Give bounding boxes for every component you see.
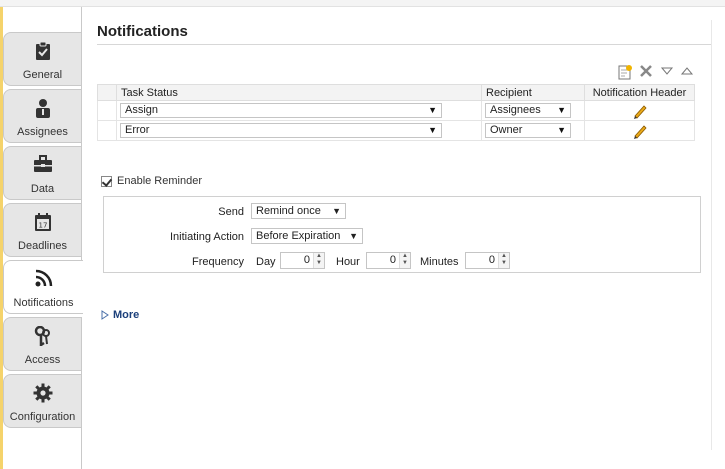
notification-header-cell [584, 100, 695, 121]
tab-access[interactable]: Access [3, 317, 81, 371]
frequency-label: Frequency [192, 256, 244, 268]
task-status-select[interactable]: Assign ▼ [120, 103, 442, 118]
title-divider [97, 44, 711, 45]
task-status-cell: Assign ▼ [116, 100, 482, 121]
column-header-task-status[interactable]: Task Status [116, 84, 482, 101]
dropdown-arrow-icon: ▼ [428, 125, 437, 135]
notification-header-cell [584, 120, 695, 141]
dropdown-arrow-icon: ▼ [349, 231, 358, 241]
more-disclosure[interactable]: More [101, 309, 139, 321]
expand-triangle-icon [101, 310, 109, 320]
row-selector[interactable] [97, 100, 117, 121]
enable-reminder-checkbox[interactable] [101, 175, 112, 187]
select-value: Owner [490, 124, 523, 136]
recipient-select[interactable]: Assignees ▼ [485, 103, 571, 118]
day-label: Day [256, 256, 276, 268]
task-status-select[interactable]: Error ▼ [120, 123, 442, 138]
more-label: More [113, 309, 140, 321]
tab-label: Notifications [13, 297, 74, 309]
recipient-cell: Owner ▼ [481, 120, 585, 141]
spinner-arrows-icon[interactable]: ▲ ▼ [399, 253, 410, 268]
delete-icon[interactable] [639, 64, 653, 80]
column-header-recipient[interactable]: Recipient [481, 84, 585, 101]
select-value: Assignees [490, 104, 541, 116]
column-header-notification-header[interactable]: Notification Header [584, 84, 695, 101]
move-down-icon[interactable] [660, 64, 674, 80]
notifications-table: Task Status Recipient Notification Heade… [97, 84, 695, 141]
spinner-arrows-icon[interactable]: ▲ ▼ [498, 253, 509, 268]
enable-reminder-row: Enable Reminder [101, 175, 202, 187]
reminder-settings-box: Send Remind once ▼ Initiating Action Bef… [103, 196, 701, 273]
minutes-spinner[interactable]: 0 ▲ ▼ [465, 252, 510, 269]
tab-assignees[interactable]: Assignees [3, 89, 81, 143]
initiating-action-select[interactable]: Before Expiration ▼ [251, 228, 363, 244]
hour-label: Hour [336, 256, 360, 268]
spinner-value: 0 [389, 254, 396, 266]
briefcase-icon [4, 155, 81, 177]
tab-label: Assignees [17, 126, 68, 138]
right-divider [711, 20, 712, 450]
spinner-value: 0 [303, 254, 310, 266]
dropdown-arrow-icon: ▼ [557, 125, 566, 135]
clipboard-check-icon [4, 41, 81, 63]
rss-icon [4, 269, 83, 291]
recipient-cell: Assignees ▼ [481, 100, 585, 121]
tab-label: Deadlines [18, 240, 67, 252]
keys-icon [4, 326, 81, 348]
recipient-select[interactable]: Owner ▼ [485, 123, 571, 138]
gear-icon [4, 383, 81, 405]
row-selector[interactable] [97, 120, 117, 141]
dropdown-arrow-icon: ▼ [557, 105, 566, 115]
top-strip [0, 0, 725, 7]
tab-configuration[interactable]: Configuration [3, 374, 81, 428]
tab-label: Configuration [9, 411, 76, 423]
select-value: Error [125, 124, 150, 136]
tab-notifications[interactable]: Notifications [3, 260, 83, 314]
tab-label: Access [24, 354, 61, 366]
move-up-icon[interactable] [680, 64, 694, 80]
tab-deadlines[interactable]: 17 Deadlines [3, 203, 81, 257]
select-value: Assign [125, 104, 159, 116]
dropdown-arrow-icon: ▼ [428, 105, 437, 115]
hour-spinner[interactable]: 0 ▲ ▼ [366, 252, 411, 269]
initiating-action-label: Initiating Action [170, 231, 244, 243]
send-select[interactable]: Remind once ▼ [251, 203, 346, 219]
table-row[interactable]: Assign ▼ Assignees ▼ [97, 100, 695, 121]
svg-text:17: 17 [38, 222, 47, 230]
dropdown-arrow-icon: ▼ [332, 206, 341, 216]
table-row[interactable]: Error ▼ Owner ▼ [97, 120, 695, 141]
tab-general[interactable]: General [3, 32, 81, 86]
table-header-row: Task Status Recipient Notification Heade… [97, 84, 695, 101]
minutes-label: Minutes [420, 256, 459, 268]
send-label: Send [218, 206, 244, 218]
content-divider [81, 7, 82, 262]
task-status-cell: Error ▼ [116, 120, 482, 141]
page-title: Notifications [97, 23, 188, 40]
spinner-value: 0 [488, 254, 495, 266]
user-icon [4, 98, 81, 120]
day-spinner[interactable]: 0 ▲ ▼ [280, 252, 325, 269]
select-value: Remind once [256, 205, 321, 217]
calendar-icon: 17 [4, 212, 81, 234]
tab-label: General [22, 69, 63, 81]
edit-pencil-icon[interactable] [632, 123, 648, 139]
edit-pencil-icon[interactable] [632, 103, 648, 119]
enable-reminder-label: Enable Reminder [117, 175, 202, 187]
tab-data[interactable]: Data [3, 146, 81, 200]
content-divider [81, 317, 82, 469]
row-selector-header [97, 84, 117, 101]
select-value: Before Expiration [256, 230, 341, 242]
add-notification-icon[interactable] [617, 64, 633, 80]
spinner-arrows-icon[interactable]: ▲ ▼ [313, 253, 324, 268]
tab-label: Data [30, 183, 55, 195]
